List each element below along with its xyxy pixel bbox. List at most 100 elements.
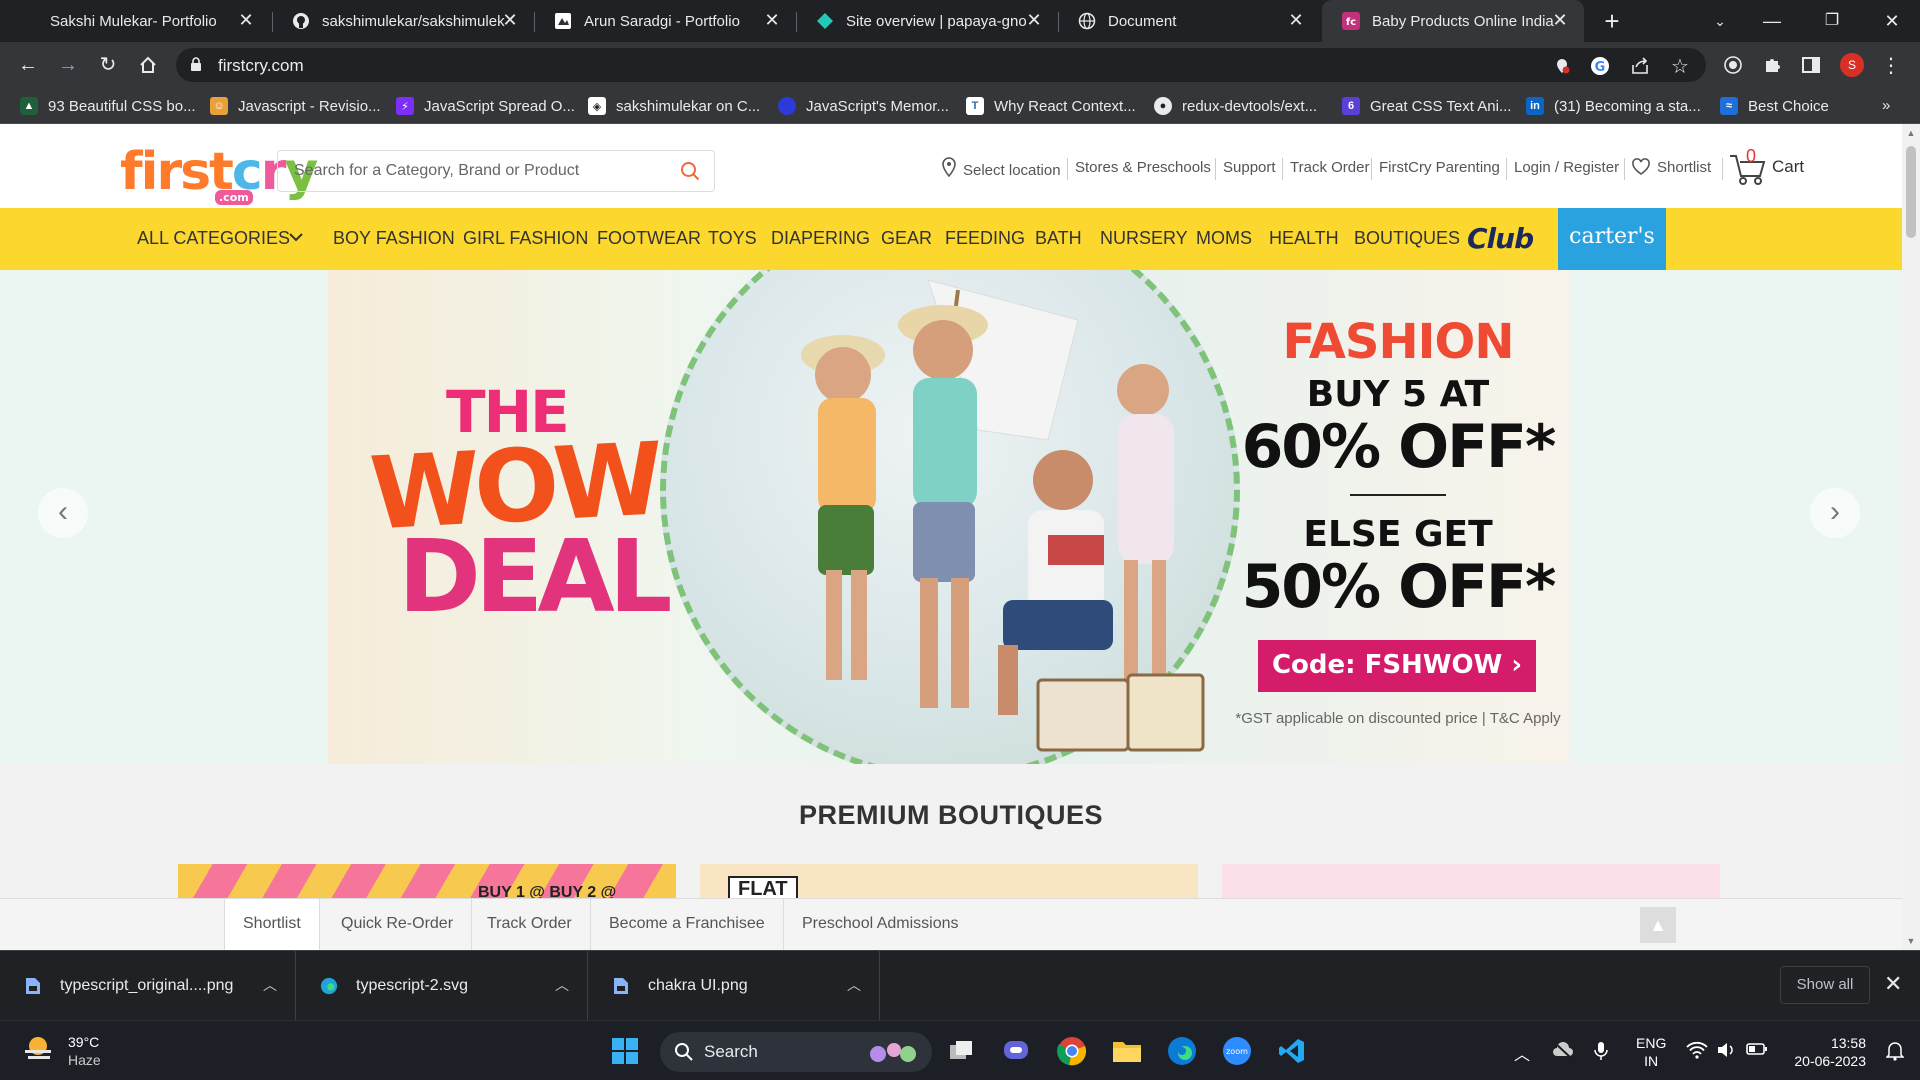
nav-moms[interactable]: MOMS <box>1196 228 1252 249</box>
tab-firstcry[interactable]: fc Baby Products Online India ✕ <box>1322 0 1584 42</box>
nav-health[interactable]: HEALTH <box>1269 228 1339 249</box>
parenting-link[interactable]: FirstCry Parenting <box>1379 159 1500 176</box>
carousel-prev-button[interactable]: ‹ <box>38 488 88 538</box>
bookmark-item[interactable]: ◈ sakshimulekar on C... <box>588 97 760 115</box>
lock-icon[interactable] <box>190 57 202 77</box>
scroll-down-arrow[interactable]: ▼ <box>1906 936 1916 946</box>
nav-nursery[interactable]: NURSERY <box>1100 228 1188 249</box>
chevron-up-icon[interactable]: ︿ <box>555 975 569 995</box>
close-icon[interactable]: ✕ <box>764 11 780 29</box>
bookmark-star-icon[interactable]: ☆ <box>1670 56 1690 78</box>
bookmark-item[interactable]: JavaScript's Memor... <box>778 97 949 115</box>
club-logo[interactable]: Club <box>1467 222 1534 255</box>
share-icon[interactable] <box>1630 56 1650 76</box>
language-indicator[interactable]: ENG IN <box>1636 1034 1666 1070</box>
select-location-link[interactable]: Select location <box>963 162 1061 179</box>
window-close-icon[interactable]: ✕ <box>1872 6 1912 36</box>
profile-avatar[interactable]: S <box>1840 53 1864 77</box>
scroll-to-top-button[interactable]: ▲ <box>1640 907 1676 943</box>
carousel-next-button[interactable]: › <box>1810 488 1860 538</box>
shortlist-link[interactable]: Shortlist <box>1657 159 1711 176</box>
cloud-offline-icon[interactable] <box>1552 1041 1574 1064</box>
minimize-icon[interactable]: — <box>1752 6 1792 36</box>
file-explorer-icon[interactable] <box>1110 1034 1144 1068</box>
menu-dots-icon[interactable]: ⋮ <box>1880 54 1902 77</box>
tab-document[interactable]: Document ✕ <box>1058 0 1320 42</box>
nav-diapering[interactable]: DIAPERING <box>771 228 870 249</box>
close-icon[interactable]: ✕ <box>238 11 254 29</box>
nav-feeding[interactable]: FEEDING <box>945 228 1025 249</box>
hero-banner[interactable]: THE WOW DEAL FASHION BUY 5 AT 60% OFF* E… <box>328 270 1570 764</box>
bookmark-item[interactable]: ≈ Best Choice <box>1720 97 1829 115</box>
chevron-up-icon[interactable]: ︿ <box>847 975 861 995</box>
forward-icon[interactable]: → <box>54 51 82 79</box>
bottom-track-order-link[interactable]: Track Order <box>469 899 591 950</box>
tab-search-icon[interactable]: ⌄ <box>1700 6 1740 36</box>
weather-widget[interactable]: 39°C Haze <box>22 1033 101 1069</box>
login-register-link[interactable]: Login / Register <box>1514 159 1619 176</box>
bookmark-item[interactable]: T Why React Context... <box>966 97 1136 115</box>
microphone-icon[interactable] <box>1594 1041 1608 1066</box>
volume-icon[interactable] <box>1716 1041 1736 1064</box>
chevron-up-icon[interactable]: ︿ <box>1514 1041 1530 1065</box>
teams-chat-icon[interactable] <box>999 1034 1033 1068</box>
chevron-up-icon[interactable]: ︿ <box>263 975 277 995</box>
close-icon[interactable]: ✕ <box>1026 11 1042 29</box>
url-text[interactable]: firstcry.com <box>218 56 304 76</box>
close-icon[interactable]: ✕ <box>1552 11 1568 29</box>
notifications-icon[interactable] <box>1885 1041 1905 1066</box>
bookmark-item[interactable]: ● redux-devtools/ext... <box>1154 97 1317 115</box>
chevron-down-icon[interactable] <box>288 230 304 248</box>
bottom-shortlist-link[interactable]: Shortlist <box>224 899 320 950</box>
heart-icon[interactable] <box>1632 158 1650 181</box>
bookmark-item[interactable]: ⚡ JavaScript Spread O... <box>396 97 575 115</box>
back-icon[interactable]: ← <box>14 51 42 79</box>
search-icon[interactable] <box>680 161 700 186</box>
system-clock[interactable]: 13:58 20-06-2023 <box>1786 1034 1866 1070</box>
reload-icon[interactable]: ↻ <box>94 51 122 79</box>
show-all-downloads-button[interactable]: Show all <box>1780 966 1870 1004</box>
nav-bath[interactable]: BATH <box>1035 228 1082 249</box>
location-blocked-icon[interactable] <box>1552 56 1572 76</box>
nav-footwear[interactable]: FOOTWEAR <box>597 228 701 249</box>
bookmark-item[interactable]: ☺ Javascript - Revisio... <box>210 97 381 115</box>
taskbar-search[interactable]: Search <box>660 1032 932 1072</box>
bottom-reorder-link[interactable]: Quick Re-Order <box>323 899 473 950</box>
nav-boutiques[interactable]: BOUTIQUES <box>1354 228 1460 249</box>
nav-gear[interactable]: GEAR <box>881 228 932 249</box>
location-pin-icon[interactable] <box>942 157 956 182</box>
google-icon[interactable]: G <box>1590 56 1610 76</box>
nav-toys[interactable]: TOYS <box>708 228 757 249</box>
search-input[interactable]: Search for a Category, Brand or Product <box>277 150 715 192</box>
tab-github[interactable]: sakshimulekar/sakshimulek ✕ <box>272 0 534 42</box>
chrome-icon[interactable] <box>1055 1034 1089 1068</box>
bookmark-item[interactable]: 6 Great CSS Text Ani... <box>1342 97 1511 115</box>
bookmarks-overflow-button[interactable]: » <box>1882 97 1890 114</box>
bookmark-item[interactable]: in (31) Becoming a sta... <box>1526 97 1701 115</box>
task-view-icon[interactable] <box>944 1034 978 1068</box>
scrollbar-thumb[interactable] <box>1906 146 1916 238</box>
cart-link[interactable]: Cart <box>1772 157 1804 177</box>
close-icon[interactable]: ✕ <box>1288 11 1304 29</box>
windows-start-icon[interactable] <box>608 1034 642 1068</box>
edge-icon[interactable] <box>1165 1034 1199 1068</box>
tab-sakshi-portfolio[interactable]: Sakshi Mulekar- Portfolio ✕ <box>0 0 270 42</box>
tab-netlify[interactable]: Site overview | papaya-gno ✕ <box>796 0 1058 42</box>
side-panel-icon[interactable] <box>1800 54 1822 76</box>
wifi-icon[interactable] <box>1686 1041 1708 1064</box>
page-scrollbar[interactable]: ▲ ▼ <box>1902 124 1920 950</box>
bottom-franchisee-link[interactable]: Become a Franchisee <box>591 899 784 950</box>
track-order-link[interactable]: Track Order <box>1290 159 1369 176</box>
scroll-up-arrow[interactable]: ▲ <box>1906 128 1916 138</box>
extension-record-icon[interactable] <box>1722 54 1744 76</box>
download-item[interactable]: typescript-2.svg ︿ <box>296 951 588 1021</box>
download-item[interactable]: chakra UI.png ︿ <box>588 951 880 1021</box>
stores-link[interactable]: Stores & Preschools <box>1075 159 1211 176</box>
carters-logo[interactable]: carter's <box>1558 208 1666 270</box>
promo-code-button[interactable]: Code: FSHWOW › <box>1258 640 1536 692</box>
zoom-icon[interactable]: zoom <box>1220 1034 1254 1068</box>
vscode-icon[interactable] <box>1275 1034 1309 1068</box>
extensions-puzzle-icon[interactable] <box>1762 54 1784 76</box>
close-icon[interactable]: ✕ <box>502 11 518 29</box>
battery-icon[interactable] <box>1746 1041 1768 1062</box>
